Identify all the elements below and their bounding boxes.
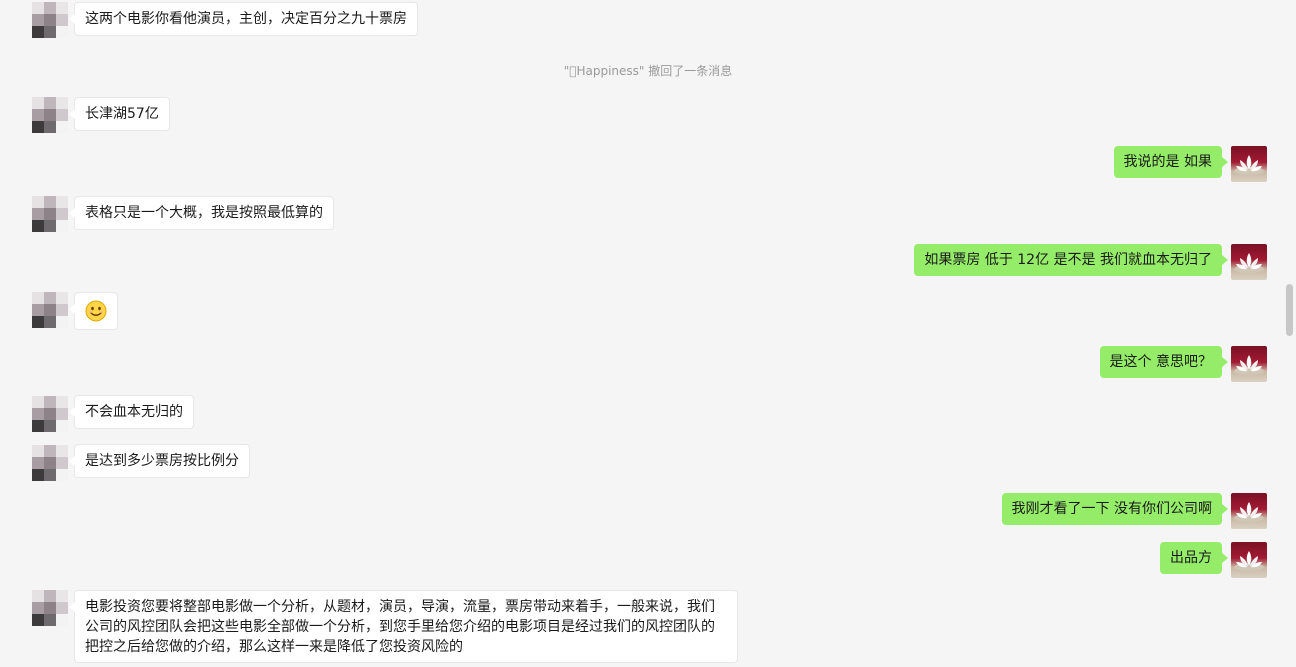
- outgoing-message-bubble[interactable]: 我刚才看了一下 没有你们公司啊: [1001, 493, 1229, 525]
- recall-notice: " Happiness" 撤回了一条消息: [563, 64, 733, 78]
- incoming-message-bubble[interactable]: 是达到多少票房按比例分: [69, 444, 250, 478]
- incoming-message-bubble[interactable]: 长津湖57亿: [69, 97, 170, 131]
- incoming-long-message-bubble[interactable]: 电影投资您要将整部电影做一个分析，从题材，演员，导演，流量，票房带动来着手，一般…: [69, 590, 738, 663]
- contact-avatar[interactable]: [32, 97, 68, 133]
- contact-avatar[interactable]: [32, 445, 68, 481]
- outgoing-message-bubble[interactable]: 如果票房 低于 12亿 是不是 我们就血本无归了: [914, 244, 1228, 276]
- contact-avatar[interactable]: [32, 590, 68, 626]
- lotus-avatar-icon[interactable]: [1231, 346, 1267, 382]
- lotus-avatar-icon[interactable]: [1231, 244, 1267, 280]
- contact-avatar[interactable]: [32, 196, 68, 232]
- incoming-message-bubble[interactable]: 表格只是一个大概，我是按照最低算的: [69, 196, 334, 230]
- outgoing-message-bubble[interactable]: 我说的是 如果: [1113, 146, 1229, 178]
- chat-scrollbar[interactable]: [1286, 284, 1293, 336]
- chat-area: 这两个电影你看他演员，主创，决定百分之九十票房 " Happiness" 撤回了…: [0, 0, 1296, 667]
- lotus-avatar-icon[interactable]: [1231, 493, 1267, 529]
- contact-avatar[interactable]: [32, 292, 68, 328]
- contact-avatar[interactable]: [32, 2, 68, 38]
- incoming-message-bubble[interactable]: 这两个电影你看他演员，主创，决定百分之九十票房: [69, 2, 418, 36]
- lotus-avatar-icon[interactable]: [1231, 146, 1267, 182]
- outgoing-message-bubble[interactable]: 出品方: [1160, 542, 1228, 574]
- incoming-emoji-bubble[interactable]: [69, 292, 118, 330]
- lotus-avatar-icon[interactable]: [1231, 542, 1267, 578]
- contact-avatar[interactable]: [32, 396, 68, 432]
- smile-emoji-icon: [85, 300, 107, 322]
- outgoing-message-bubble[interactable]: 是这个 意思吧？: [1099, 346, 1229, 378]
- incoming-message-bubble[interactable]: 不会血本无归的: [69, 395, 194, 429]
